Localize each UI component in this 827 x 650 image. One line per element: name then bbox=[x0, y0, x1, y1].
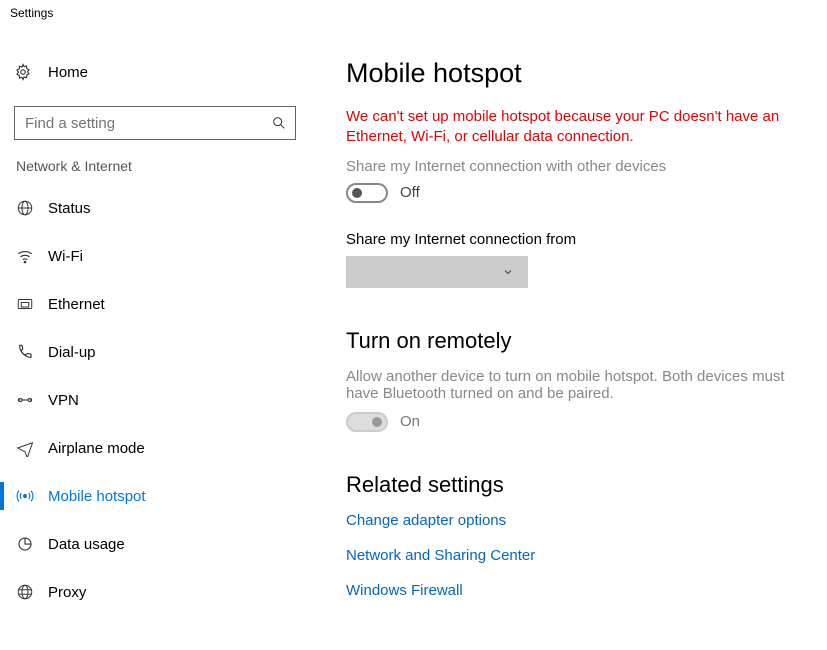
remote-description: Allow another device to turn on mobile h… bbox=[346, 368, 797, 402]
sidebar-item-ethernet[interactable]: Ethernet bbox=[14, 282, 300, 326]
sidebar-section-title: Network & Internet bbox=[14, 158, 300, 174]
window-title: Settings bbox=[0, 0, 827, 24]
sidebar-item-label: Data usage bbox=[48, 536, 125, 553]
phone-icon bbox=[16, 343, 48, 361]
link-sharing-center[interactable]: Network and Sharing Center bbox=[346, 547, 797, 564]
sidebar-item-vpn[interactable]: VPN bbox=[14, 378, 300, 422]
sidebar-item-label: Ethernet bbox=[48, 296, 105, 313]
home-label: Home bbox=[44, 64, 88, 81]
wifi-icon bbox=[16, 247, 48, 265]
remote-toggle bbox=[346, 412, 388, 432]
hotspot-icon bbox=[16, 487, 48, 505]
home-button[interactable]: Home bbox=[14, 54, 300, 90]
sidebar-item-hotspot[interactable]: Mobile hotspot bbox=[14, 474, 300, 518]
related-title: Related settings bbox=[346, 472, 797, 498]
search-input[interactable] bbox=[14, 106, 296, 140]
page-title: Mobile hotspot bbox=[346, 58, 797, 89]
share-toggle-label: Off bbox=[400, 184, 420, 201]
sidebar-item-dialup[interactable]: Dial-up bbox=[14, 330, 300, 374]
data-usage-icon bbox=[16, 535, 48, 553]
link-adapter-options[interactable]: Change adapter options bbox=[346, 512, 797, 529]
sidebar-item-label: Airplane mode bbox=[48, 440, 145, 457]
sidebar-item-label: Status bbox=[48, 200, 91, 217]
link-firewall[interactable]: Windows Firewall bbox=[346, 582, 797, 599]
proxy-icon bbox=[16, 583, 48, 601]
share-toggle[interactable] bbox=[346, 183, 388, 203]
sidebar-item-airplane[interactable]: Airplane mode bbox=[14, 426, 300, 470]
error-message: We can't set up mobile hotspot because y… bbox=[346, 107, 797, 148]
ethernet-icon bbox=[16, 295, 48, 313]
vpn-icon bbox=[16, 391, 48, 409]
sidebar-item-status[interactable]: Status bbox=[14, 186, 300, 230]
sidebar-item-proxy[interactable]: Proxy bbox=[14, 570, 300, 614]
share-from-label: Share my Internet connection from bbox=[346, 231, 797, 248]
remote-toggle-label: On bbox=[400, 413, 420, 430]
sidebar-item-label: Mobile hotspot bbox=[48, 488, 146, 505]
search-field[interactable] bbox=[23, 114, 271, 133]
remote-title: Turn on remotely bbox=[346, 328, 797, 354]
share-from-select[interactable] bbox=[346, 256, 528, 288]
sidebar-item-label: VPN bbox=[48, 392, 79, 409]
sidebar-item-wifi[interactable]: Wi-Fi bbox=[14, 234, 300, 278]
sidebar-item-label: Wi-Fi bbox=[48, 248, 83, 265]
gear-icon bbox=[14, 63, 44, 81]
search-icon bbox=[271, 115, 287, 131]
share-description: Share my Internet connection with other … bbox=[346, 158, 797, 175]
sidebar: Home Network & Internet Status bbox=[0, 54, 310, 618]
sidebar-item-label: Proxy bbox=[48, 584, 86, 601]
chevron-down-icon bbox=[502, 266, 514, 278]
globe-icon bbox=[16, 199, 48, 217]
airplane-icon bbox=[16, 439, 48, 457]
sidebar-item-label: Dial-up bbox=[48, 344, 96, 361]
sidebar-item-datausage[interactable]: Data usage bbox=[14, 522, 300, 566]
content-area: Mobile hotspot We can't set up mobile ho… bbox=[310, 54, 827, 618]
